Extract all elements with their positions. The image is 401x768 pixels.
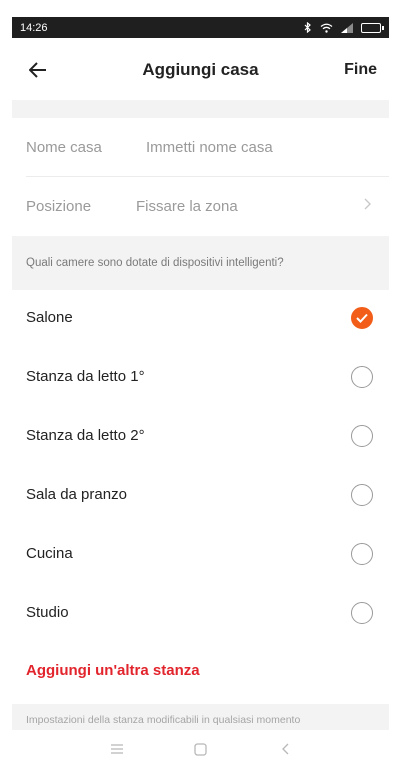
room-checkbox-checked[interactable] [351, 306, 373, 329]
room-label: Salone [26, 309, 73, 326]
location-label: Posizione [26, 197, 92, 215]
room-row[interactable]: Stanza da letto 2° [12, 406, 389, 465]
add-room-button[interactable]: Aggiungi un'altra stanza [26, 662, 200, 679]
room-checkbox[interactable] [351, 601, 373, 624]
status-time: 14:26 [20, 21, 48, 34]
room-row[interactable]: Cucina [12, 524, 389, 583]
nav-bar [0, 730, 401, 768]
header: Aggiungi casa Fine [12, 40, 389, 100]
wifi-icon [320, 23, 333, 33]
back-icon[interactable] [274, 738, 296, 760]
chevron-right-icon [364, 197, 371, 213]
battery-icon [361, 22, 384, 33]
check-icon [356, 313, 368, 323]
location-row[interactable]: Posizione Fissare la zona [12, 177, 389, 235]
room-row[interactable]: Stanza da letto 1° [12, 347, 389, 406]
status-icons [304, 22, 384, 33]
phone-screen: 14:26 Aggiungi casa Fine Nome casa Immet… [0, 0, 401, 768]
section-gap [12, 100, 389, 118]
signal-icon [341, 22, 353, 33]
home-name-label: Nome casa [26, 138, 102, 156]
room-checkbox[interactable] [351, 483, 373, 506]
room-checkbox[interactable] [351, 542, 373, 565]
status-bar: 14:26 [12, 17, 389, 38]
room-label: Sala da pranzo [26, 486, 127, 503]
room-checkbox[interactable] [351, 365, 373, 388]
home-name-row: Nome casa [12, 118, 389, 176]
menu-icon[interactable] [106, 738, 128, 760]
room-label: Stanza da letto 2° [26, 427, 145, 444]
home-name-input[interactable] [146, 138, 389, 156]
room-label: Studio [26, 604, 69, 621]
rooms-prompt: Quali camere sono dotate di dispositivi … [12, 236, 389, 290]
room-row[interactable]: Studio [12, 583, 389, 642]
room-label: Cucina [26, 545, 73, 562]
footer-note: Impostazioni della stanza modificabili i… [12, 704, 389, 730]
location-value: Fissare la zona [136, 197, 238, 215]
room-checkbox[interactable] [351, 424, 373, 447]
back-arrow-icon[interactable] [26, 58, 50, 82]
done-button[interactable]: Fine [344, 61, 377, 79]
room-row[interactable]: Salone [12, 288, 389, 347]
home-icon[interactable] [190, 738, 212, 760]
room-label: Stanza da letto 1° [26, 368, 145, 385]
bluetooth-icon [304, 22, 311, 33]
room-row[interactable]: Sala da pranzo [12, 465, 389, 524]
page-title: Aggiungi casa [142, 60, 259, 79]
